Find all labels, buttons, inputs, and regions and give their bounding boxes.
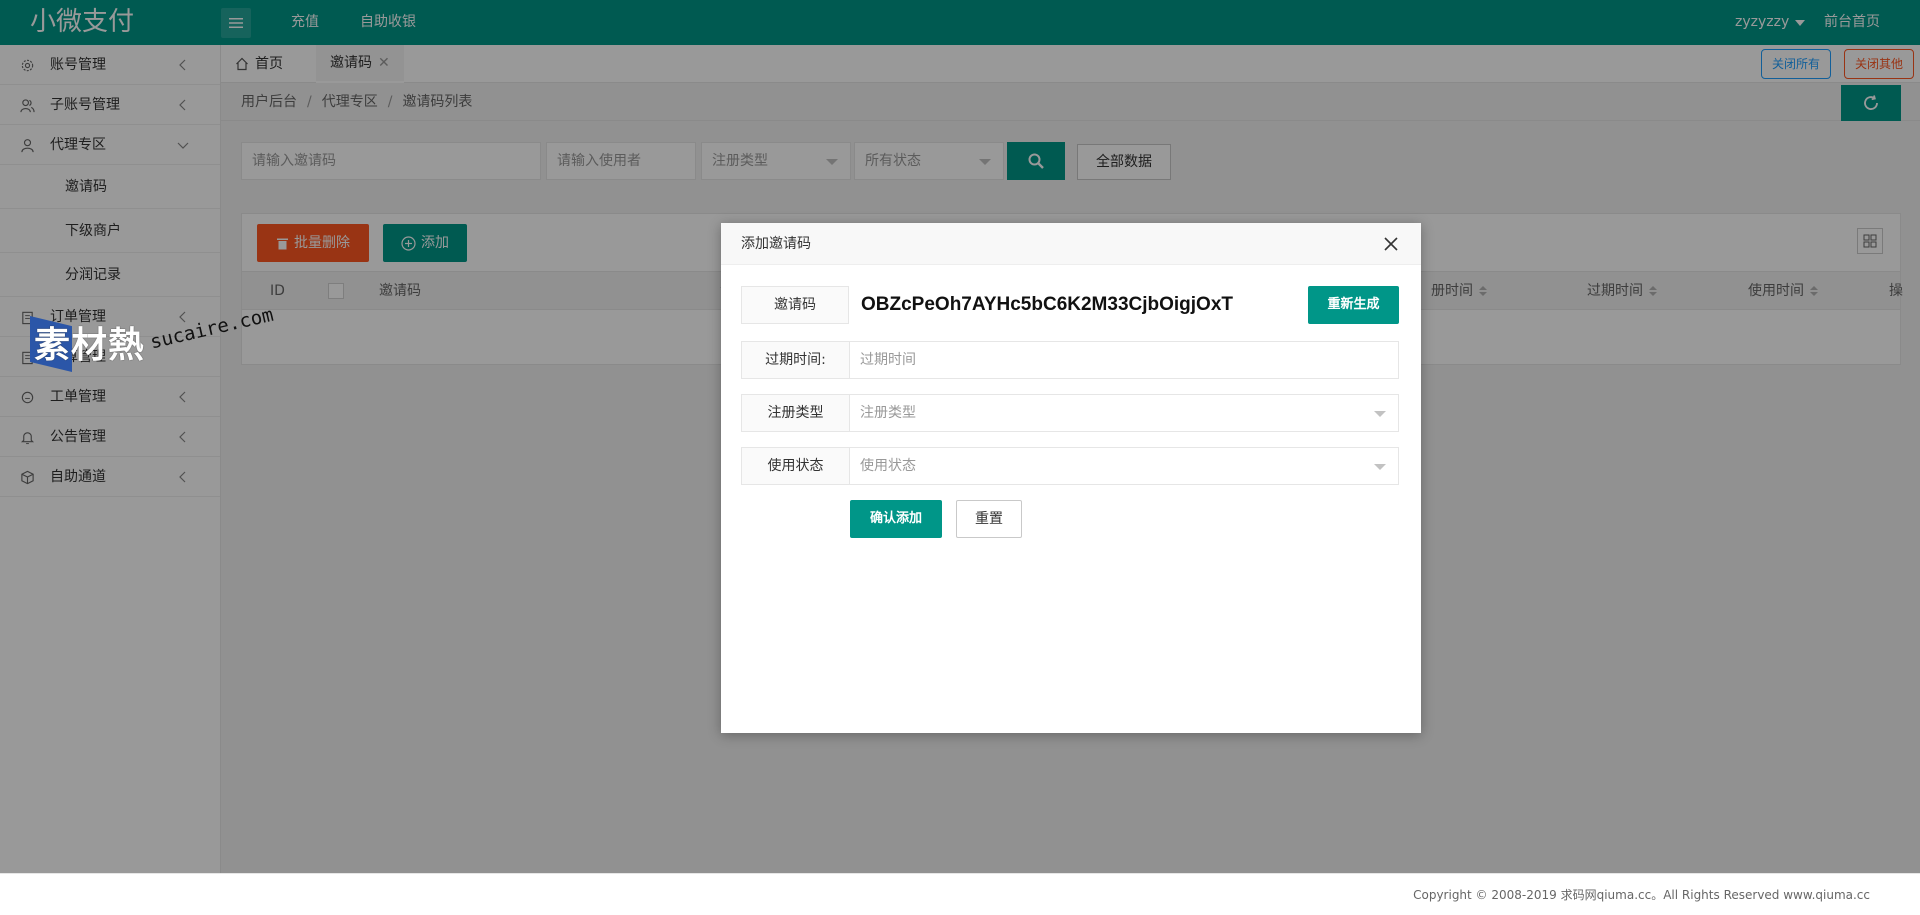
dialog-title: 添加邀请码 — [741, 236, 811, 252]
expire-time-input[interactable]: 过期时间 — [850, 342, 1398, 378]
copyright-text: Copyright © 2008-2019 求码网qiuma.cc。All Ri… — [1413, 888, 1870, 902]
reg-type-row: 注册类型 注册类型 — [741, 394, 1399, 432]
caret-down-icon — [1374, 464, 1386, 470]
expire-time-label: 过期时间: — [742, 342, 850, 378]
expire-time-row: 过期时间: 过期时间 — [741, 341, 1399, 379]
invite-code-value: OBZcPeOh7AYHc5bC6K2M33CjbOigjOxT — [861, 294, 1234, 315]
footer: Copyright © 2008-2019 求码网qiuma.cc。All Ri… — [0, 873, 1920, 915]
use-status-select[interactable]: 使用状态 — [850, 448, 1398, 484]
watermark: 素材熱 sucaire.com — [30, 304, 280, 376]
reg-type-dialog-select[interactable]: 注册类型 — [850, 395, 1398, 431]
use-status-label: 使用状态 — [742, 448, 850, 484]
watermark-logo-text: 素材熱 — [34, 325, 146, 366]
invite-code-label: 邀请码 — [741, 286, 849, 324]
confirm-add-button[interactable]: 确认添加 — [850, 500, 942, 538]
caret-down-icon — [1374, 411, 1386, 417]
use-status-row: 使用状态 使用状态 — [741, 447, 1399, 485]
reset-button[interactable]: 重置 — [956, 500, 1022, 538]
reg-type-dialog-select-value: 注册类型 — [860, 405, 916, 421]
reg-type-label: 注册类型 — [742, 395, 850, 431]
close-icon[interactable] — [1383, 236, 1399, 252]
regenerate-button[interactable]: 重新生成 — [1308, 286, 1399, 324]
use-status-select-value: 使用状态 — [860, 458, 916, 474]
dialog-header: 添加邀请码 — [721, 223, 1421, 265]
add-invite-code-dialog: 添加邀请码 邀请码 OBZcPeOh7AYHc5bC6K2M33CjbOigjO… — [721, 223, 1421, 733]
invite-code-row: 邀请码 OBZcPeOh7AYHc5bC6K2M33CjbOigjOxT 重新生… — [741, 286, 1399, 326]
